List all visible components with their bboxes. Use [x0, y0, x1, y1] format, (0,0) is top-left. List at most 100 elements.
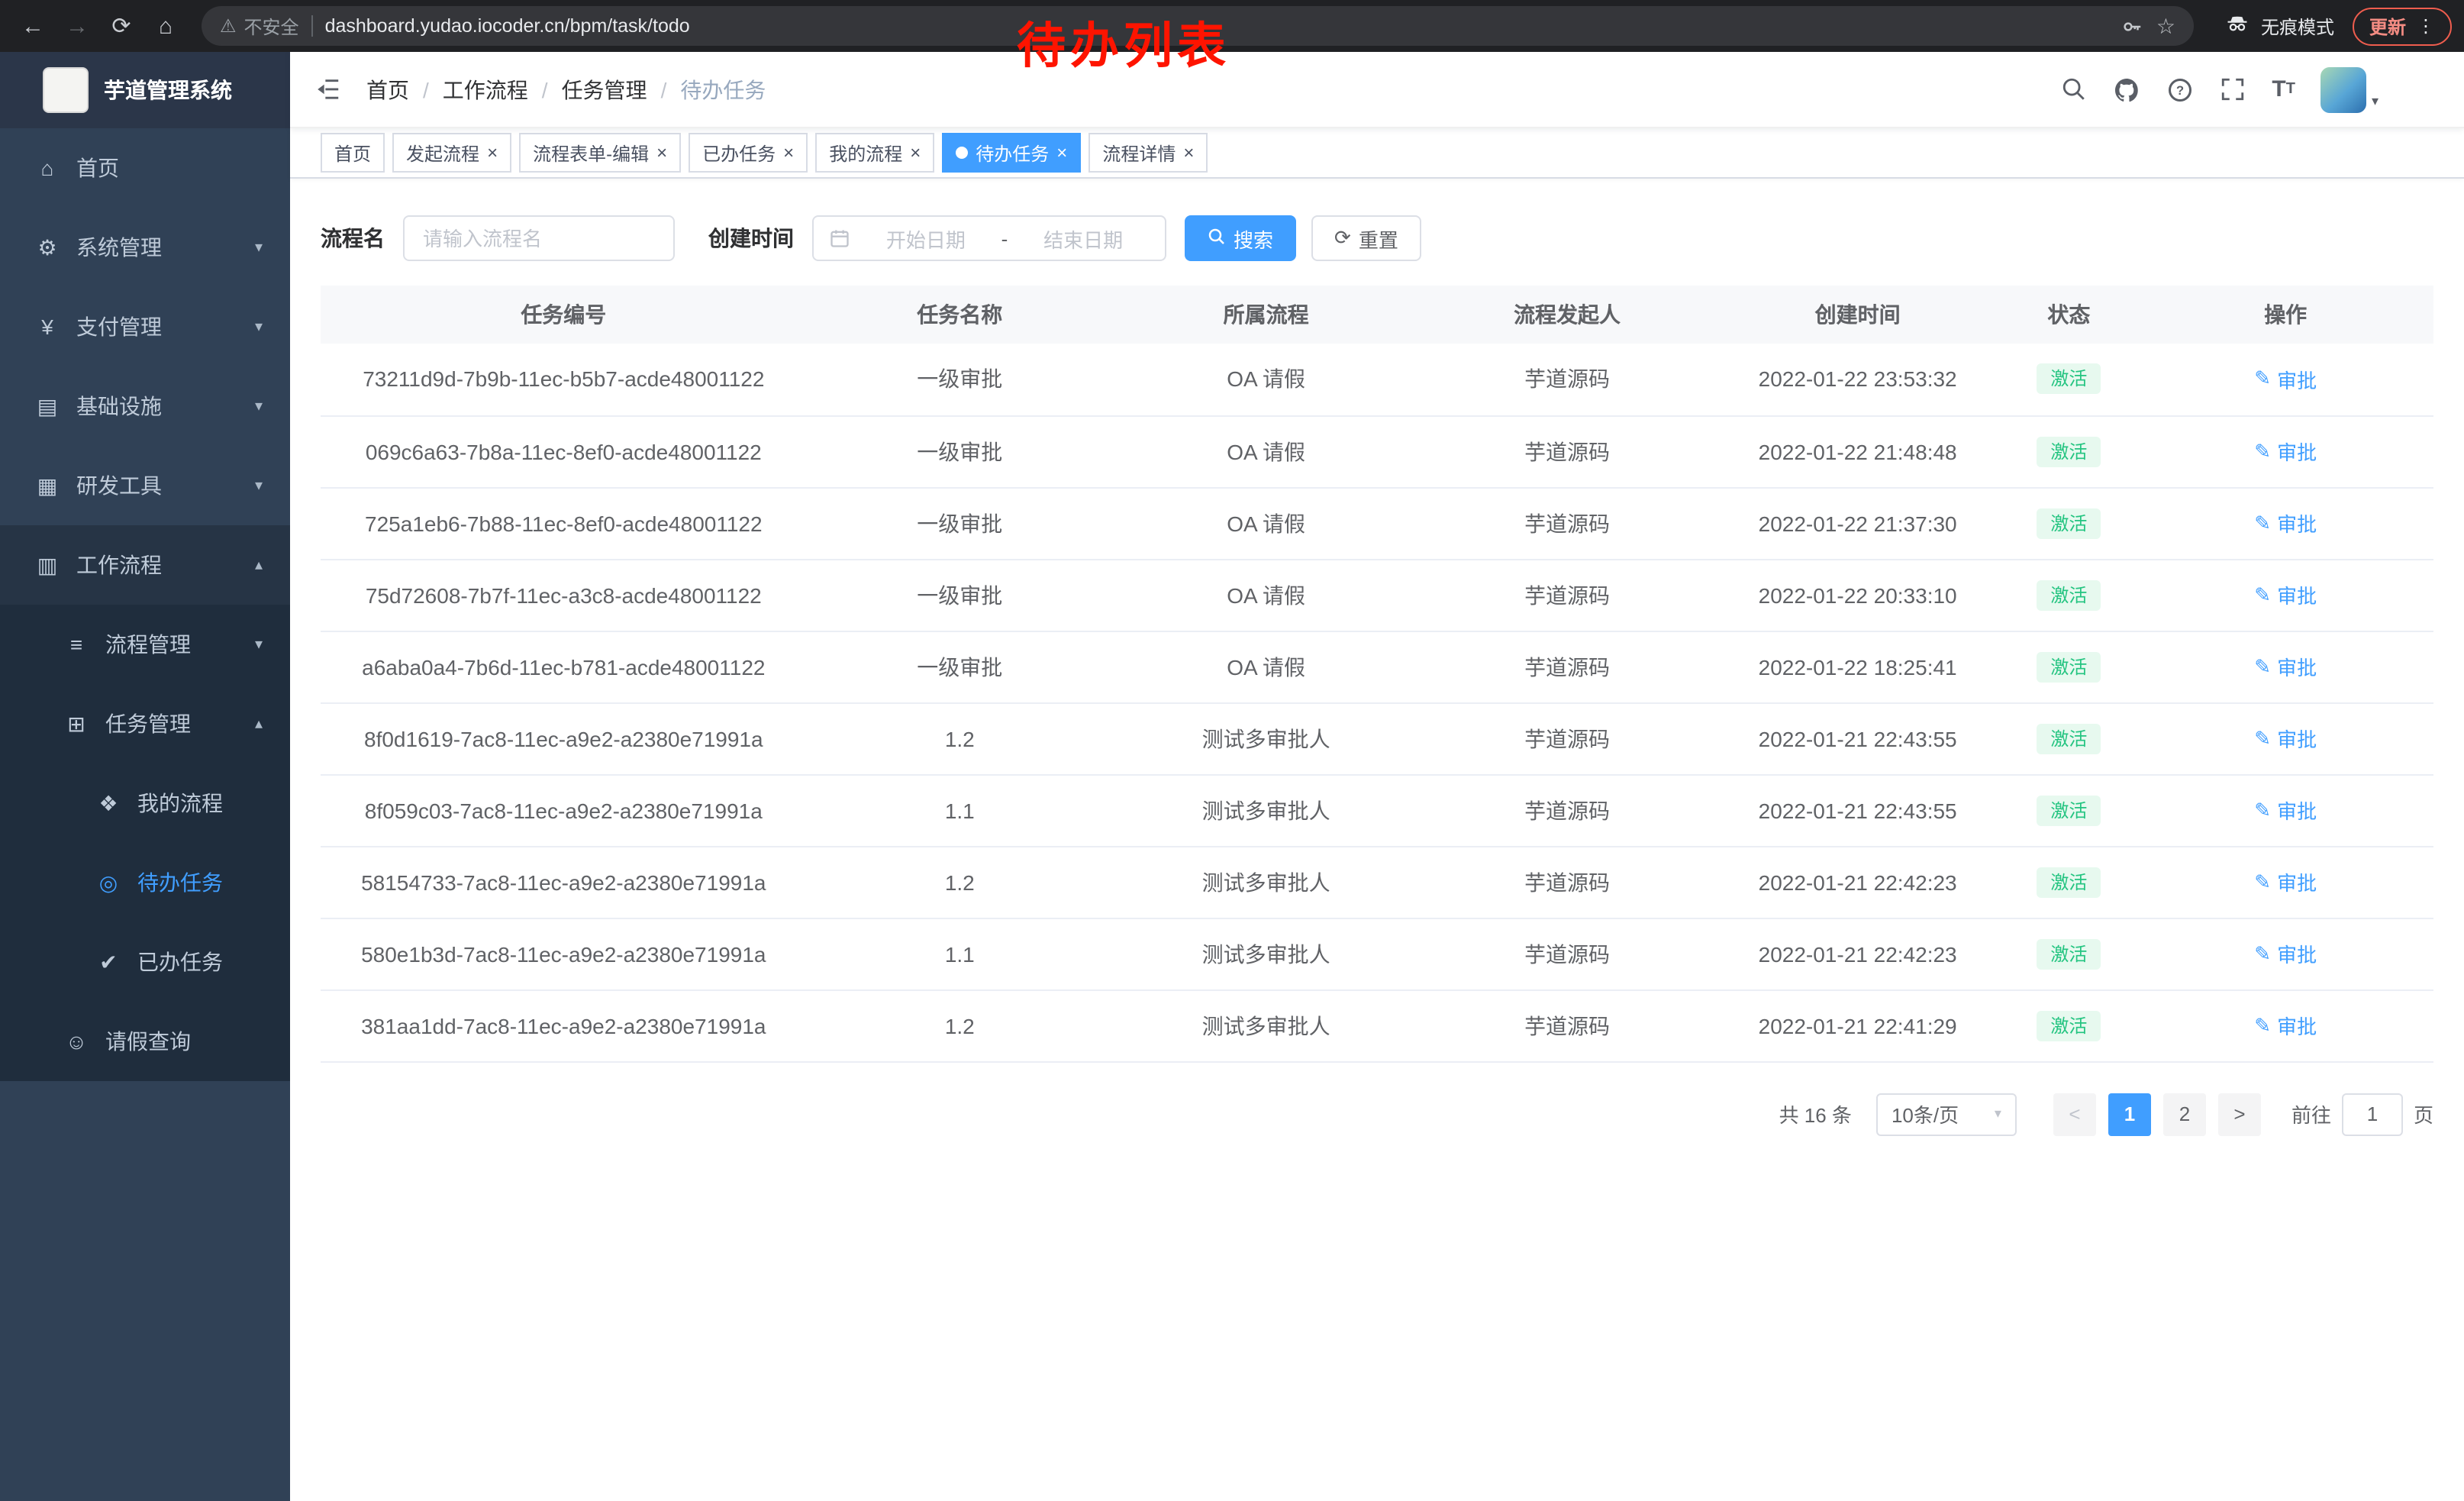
- back-icon[interactable]: ←: [12, 5, 53, 47]
- font-size-icon[interactable]: TT: [2272, 76, 2295, 102]
- process-cell: OA 请假: [1113, 631, 1419, 702]
- update-button[interactable]: 更新 ⋮: [2353, 7, 2452, 45]
- breadcrumb-separator: /: [542, 77, 548, 102]
- tab-form-edit[interactable]: 流程表单-编辑 ×: [519, 133, 681, 173]
- breadcrumb-home[interactable]: 首页: [366, 74, 409, 105]
- approve-label: 审批: [2277, 580, 2317, 609]
- sidebar-item-my-process[interactable]: ❖ 我的流程: [0, 763, 290, 843]
- refresh-icon[interactable]: ⟳: [101, 5, 142, 47]
- reset-button-label: 重置: [1359, 224, 1398, 253]
- approve-link[interactable]: ✎审批: [2254, 796, 2317, 825]
- svg-text:?: ?: [2176, 83, 2184, 97]
- breadcrumb-workflow[interactable]: 工作流程: [443, 74, 528, 105]
- initiator-cell: 芋道源码: [1419, 631, 1715, 702]
- app-logo-image: [43, 67, 89, 113]
- approve-link[interactable]: ✎审批: [2254, 724, 2317, 753]
- monitor-icon: ▤: [34, 393, 61, 419]
- breadcrumb-current: 待办任务: [680, 74, 766, 105]
- security-indicator[interactable]: ⚠ 不安全: [220, 13, 299, 39]
- sidebar-item-task-mgmt[interactable]: ⊞ 任务管理 ▴: [0, 684, 290, 763]
- created-cell: 2022-01-22 21:37:30: [1715, 487, 2001, 559]
- tab-start-process[interactable]: 发起流程 ×: [392, 133, 511, 173]
- sidebar-item-home[interactable]: ⌂ 首页: [0, 128, 290, 208]
- close-icon[interactable]: ×: [487, 144, 498, 162]
- page-button-2[interactable]: 2: [2163, 1093, 2206, 1135]
- status-cell: 激活: [2000, 918, 2137, 989]
- column-header-status: 状态: [2000, 286, 2137, 344]
- github-icon[interactable]: [2113, 76, 2140, 103]
- actions-cell: ✎审批: [2137, 631, 2433, 702]
- tab-home[interactable]: 首页: [321, 133, 385, 173]
- sidebar: 芋道管理系统 ⌂ 首页 ⚙ 系统管理 ▾ ¥ 支付管理 ▾ ▤: [0, 52, 290, 1501]
- sidebar-item-leave-query[interactable]: ☺ 请假查询: [0, 1002, 290, 1081]
- status-badge: 激活: [2037, 867, 2101, 897]
- page-button-1[interactable]: 1: [2108, 1093, 2151, 1135]
- create-time-label: 创建时间: [708, 223, 794, 253]
- close-icon[interactable]: ×: [1056, 144, 1067, 162]
- table-row: 75d72608-7b7f-11ec-a3c8-acde48001122 一级审…: [321, 559, 2433, 631]
- process-name-input[interactable]: [403, 215, 675, 261]
- initiator-cell: 芋道源码: [1419, 559, 1715, 631]
- app-logo[interactable]: 芋道管理系统: [0, 52, 290, 128]
- breadcrumb-task-mgmt[interactable]: 任务管理: [562, 74, 647, 105]
- forward-icon[interactable]: →: [56, 5, 98, 47]
- tab-done-tasks[interactable]: 已办任务 ×: [689, 133, 808, 173]
- approve-link[interactable]: ✎审批: [2254, 508, 2317, 537]
- close-icon[interactable]: ×: [656, 144, 667, 162]
- tab-process-detail[interactable]: 流程详情 ×: [1088, 133, 1208, 173]
- sidebar-item-done-tasks[interactable]: ✔ 已办任务: [0, 922, 290, 1002]
- task-name-cell: 1.1: [807, 774, 1113, 846]
- avatar[interactable]: [2321, 66, 2367, 112]
- date-range-picker[interactable]: 开始日期 - 结束日期: [812, 215, 1166, 261]
- next-page-button[interactable]: >: [2218, 1093, 2261, 1135]
- sidebar-item-devtools[interactable]: ▦ 研发工具 ▾: [0, 446, 290, 525]
- fullscreen-icon[interactable]: [2220, 76, 2246, 102]
- task-name-cell: 1.2: [807, 846, 1113, 918]
- browser-menu-dots-icon[interactable]: ⋮: [2417, 15, 2435, 37]
- approve-link[interactable]: ✎审批: [2254, 437, 2317, 466]
- process-cell: 测试多审批人: [1113, 702, 1419, 774]
- tab-todo-tasks[interactable]: 待办任务 ×: [942, 133, 1081, 173]
- approve-link[interactable]: ✎审批: [2254, 580, 2317, 609]
- reset-button[interactable]: ⟳ 重置: [1311, 215, 1421, 261]
- actions-cell: ✎审批: [2137, 846, 2433, 918]
- approve-link[interactable]: ✎审批: [2254, 939, 2317, 968]
- sidebar-item-label: 基础设施: [76, 391, 240, 421]
- breadcrumb-separator: /: [423, 77, 429, 102]
- tab-my-process[interactable]: 我的流程 ×: [815, 133, 934, 173]
- approve-link[interactable]: ✎审批: [2254, 1011, 2317, 1040]
- close-icon[interactable]: ×: [1183, 144, 1194, 162]
- task-id-cell: 75d72608-7b7f-11ec-a3c8-acde48001122: [321, 559, 807, 631]
- key-icon[interactable]: [2121, 15, 2144, 37]
- sidebar-collapse-icon[interactable]: [314, 76, 342, 103]
- sidebar-item-label: 首页: [76, 153, 290, 183]
- approve-link[interactable]: ✎审批: [2254, 365, 2317, 394]
- sidebar-item-process-mgmt[interactable]: ≡ 流程管理 ▾: [0, 605, 290, 684]
- process-cell: 测试多审批人: [1113, 774, 1419, 846]
- user-menu[interactable]: ▾: [2321, 66, 2379, 112]
- sidebar-item-workflow[interactable]: ▥ 工作流程 ▴: [0, 525, 290, 605]
- sidebar-item-infra[interactable]: ▤ 基础设施 ▾: [0, 366, 290, 446]
- help-icon[interactable]: ?: [2166, 76, 2194, 103]
- home-icon[interactable]: ⌂: [145, 5, 186, 47]
- task-name-cell: 1.2: [807, 989, 1113, 1061]
- prev-page-button[interactable]: <: [2053, 1093, 2096, 1135]
- sidebar-item-todo-tasks[interactable]: ◎ 待办任务: [0, 843, 290, 922]
- search-button[interactable]: 搜索: [1185, 215, 1296, 261]
- edit-icon: ✎: [2254, 1013, 2271, 1038]
- search-icon[interactable]: [2061, 76, 2087, 102]
- goto-page-input[interactable]: [2342, 1093, 2403, 1135]
- filter-bar: 流程名 创建时间 开始日期 - 结束日期: [321, 215, 2433, 261]
- close-icon[interactable]: ×: [783, 144, 794, 162]
- bookmark-star-icon[interactable]: ☆: [2156, 13, 2175, 39]
- sidebar-item-system[interactable]: ⚙ 系统管理 ▾: [0, 208, 290, 287]
- approve-link[interactable]: ✎审批: [2254, 867, 2317, 896]
- tabs-bar: 首页 发起流程 × 流程表单-编辑 × 已办任务 × 我的流程 ×: [290, 128, 2464, 179]
- dashboard-icon: ⌂: [34, 156, 61, 180]
- table-row: 8f0d1619-7ac8-11ec-a9e2-a2380e71991a 1.2…: [321, 702, 2433, 774]
- chevron-down-icon: ▾: [255, 636, 263, 653]
- approve-link[interactable]: ✎审批: [2254, 652, 2317, 681]
- close-icon[interactable]: ×: [910, 144, 921, 162]
- sidebar-item-payment[interactable]: ¥ 支付管理 ▾: [0, 287, 290, 366]
- page-size-select[interactable]: 10条/页 ▾: [1876, 1093, 2017, 1135]
